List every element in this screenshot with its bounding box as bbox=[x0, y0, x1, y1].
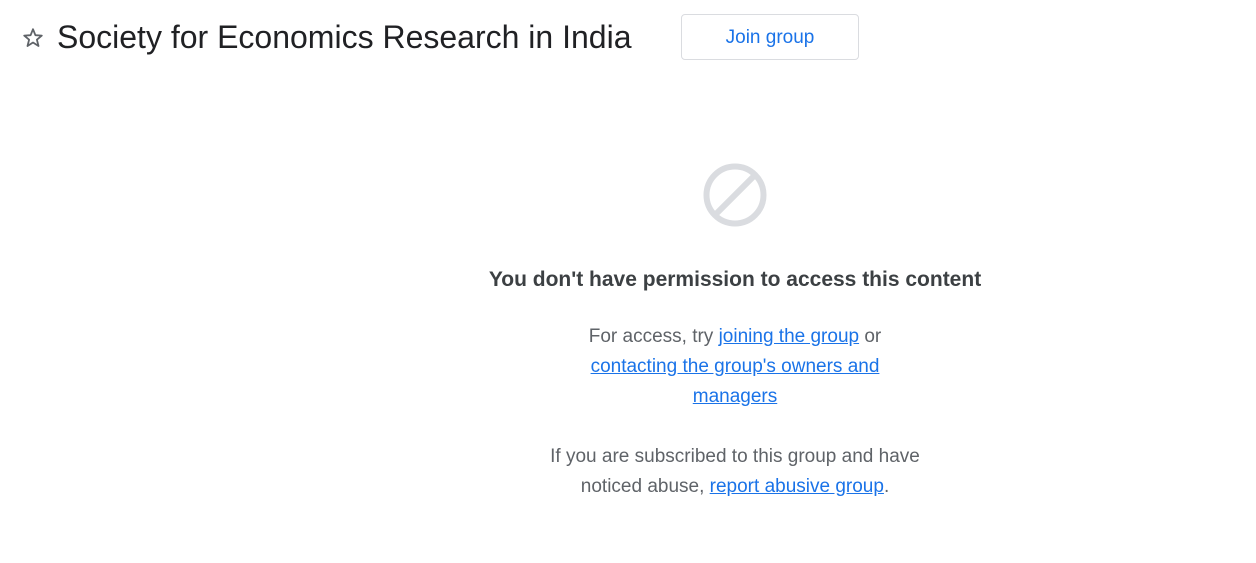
access-middle-text: or bbox=[859, 326, 882, 347]
permission-heading: You don't have permission to access this… bbox=[488, 268, 982, 291]
join-group-link[interactable]: joining the group bbox=[719, 326, 860, 347]
permission-message: You don't have permission to access this… bbox=[435, 150, 1035, 502]
abuse-suffix-text: . bbox=[883, 476, 890, 497]
blocked-icon bbox=[703, 163, 767, 227]
group-title: Society for Economics Research in India bbox=[57, 19, 632, 55]
access-instructions: For access, try joining the group or con… bbox=[565, 322, 905, 412]
join-group-button[interactable]: Join group bbox=[681, 14, 859, 60]
group-header: Society for Economics Research in India … bbox=[0, 0, 1256, 80]
report-abuse-link[interactable]: report abusive group bbox=[710, 476, 884, 497]
abuse-instructions: If you are subscribed to this group and … bbox=[525, 442, 945, 502]
access-prefix-text: For access, try bbox=[588, 326, 719, 347]
star-icon[interactable] bbox=[21, 26, 45, 50]
contact-owners-link[interactable]: contacting the group's owners and manage… bbox=[591, 356, 880, 407]
